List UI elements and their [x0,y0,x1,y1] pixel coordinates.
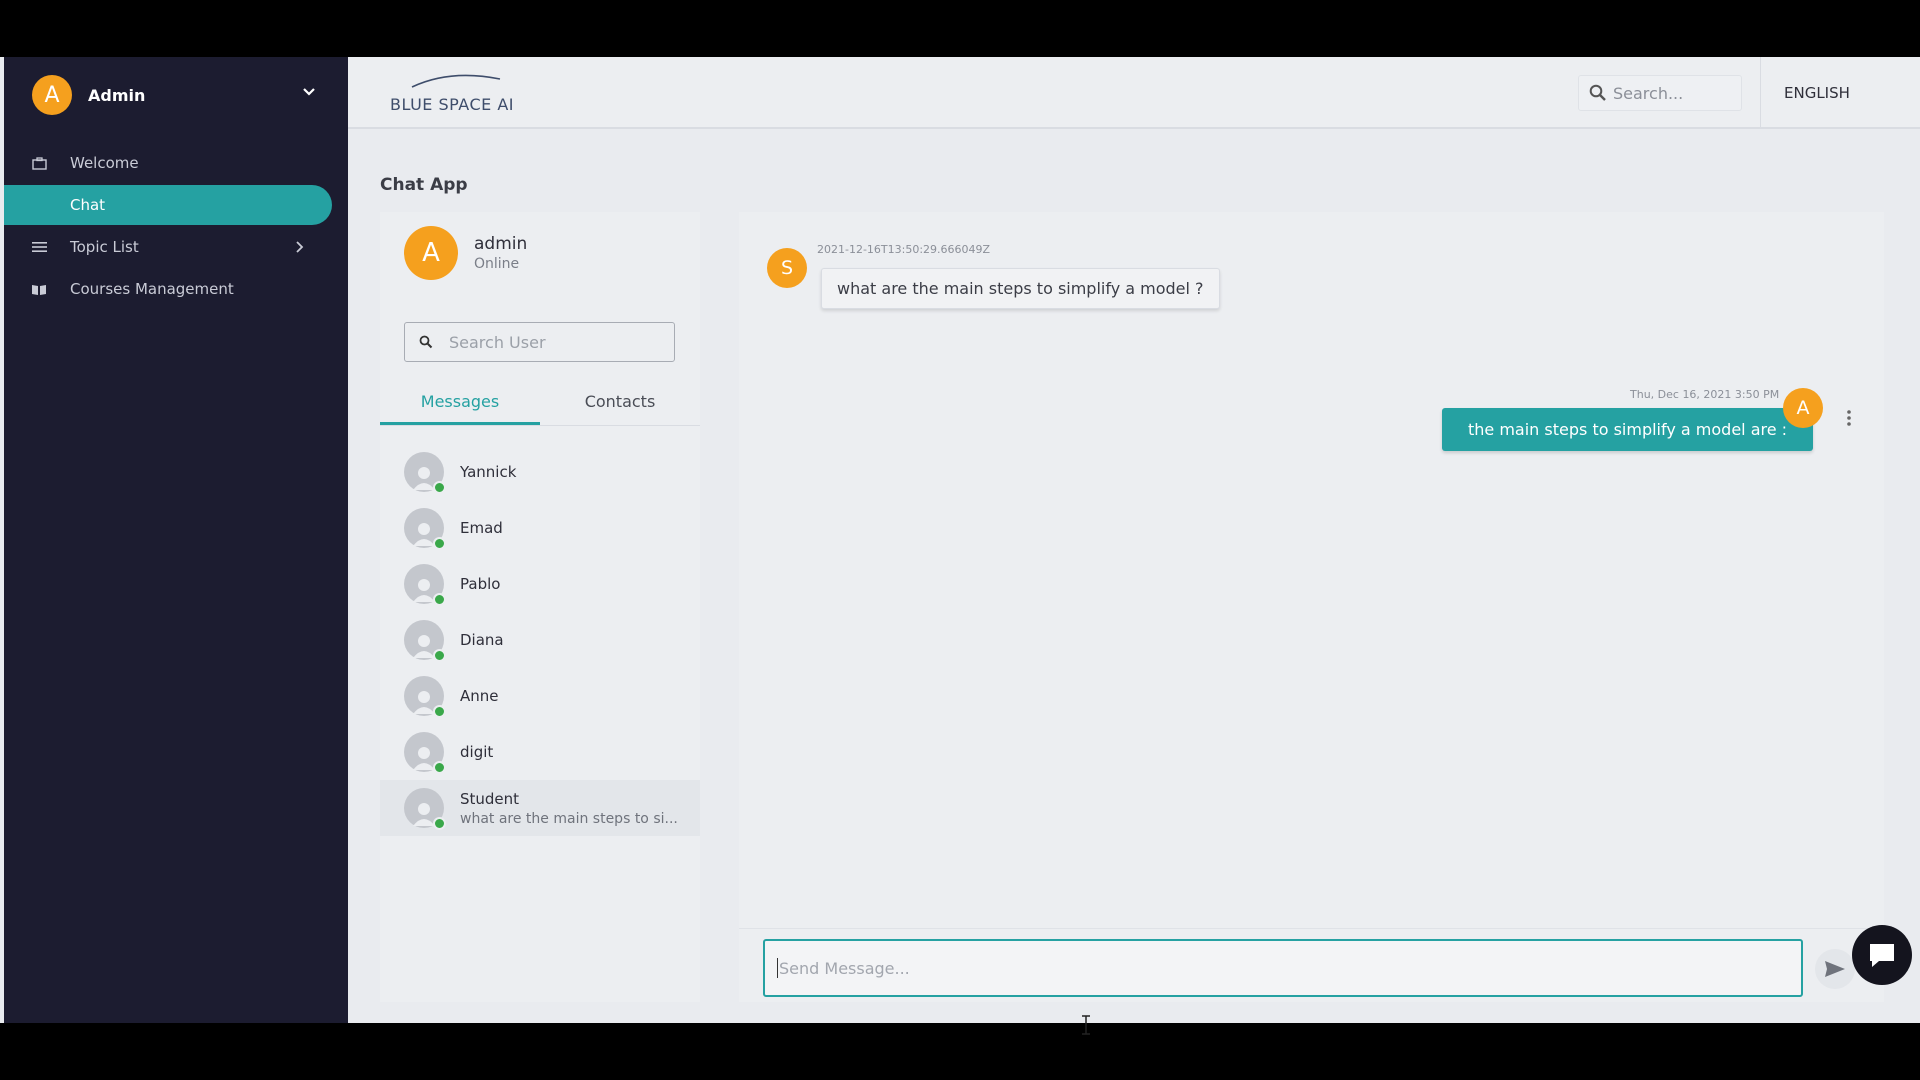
book-icon [30,280,48,298]
text-cursor-icon [1082,1015,1090,1035]
user-name: digit [460,743,494,761]
message-bubble: what are the main steps to simplify a mo… [821,268,1220,309]
text-caret [777,958,778,978]
online-status-dot [433,593,446,606]
user-name: Admin [88,85,146,105]
page-title: Chat App [380,175,468,195]
online-status-dot [433,649,446,662]
online-status-dot [433,481,446,494]
search-icon [1589,84,1606,101]
list-item[interactable]: Diana [380,612,700,668]
chevron-down-icon[interactable] [302,85,316,99]
send-button[interactable] [1815,949,1855,989]
avatar: A [404,226,458,280]
user-search-input[interactable]: Search User [404,322,675,362]
message-composer: Send Message... [739,928,1884,1002]
online-status-dot [433,537,446,550]
search-input[interactable]: Search... [1578,75,1742,111]
sidebar-item-chat[interactable]: Chat [4,185,332,225]
sidebar-nav: Welcome Chat Topic List Courses Manageme… [4,143,344,311]
user-avatar-icon [404,620,446,662]
user-avatar-icon [404,788,446,830]
user-name: Student [460,789,520,808]
sidebar-item-label: Chat [70,196,106,214]
list-item[interactable]: Pablo [380,556,700,612]
user-search-placeholder: Search User [449,332,546,352]
list-item[interactable]: Yannick [380,444,700,500]
tab-contacts[interactable]: Contacts [540,380,700,425]
sidebar-item-label: Courses Management [70,280,234,298]
more-options-icon[interactable] [1846,409,1852,427]
sidebar-item-topic-list[interactable]: Topic List [4,227,344,267]
sidebar: A Admin Welcome Chat Topic List Courses … [4,57,348,1023]
tab-messages[interactable]: Messages [380,380,540,425]
chat-panel: S 2021-12-16T13:50:29.666049Z what are t… [739,212,1884,1002]
message-input-placeholder: Send Message... [779,958,910,978]
user-avatar: A [32,75,72,115]
online-status-dot [433,705,446,718]
last-message-preview: what are the main steps to si... [460,810,678,827]
sidebar-user-menu[interactable]: A Admin [32,73,322,117]
language-selector[interactable]: ENGLISH [1784,84,1850,102]
user-tabs: Messages Contacts [380,380,700,426]
list-item[interactable]: digit [380,724,700,780]
user-name: Emad [460,519,503,537]
message-timestamp: Thu, Dec 16, 2021 3:50 PM [1630,388,1780,401]
send-icon [1825,961,1845,977]
user-name: Yannick [460,463,517,481]
user-avatar-icon [404,676,446,718]
user-name: Diana [460,631,504,649]
logo-text: BLUE SPACE AI [390,95,514,114]
briefcase-icon [30,154,48,172]
current-user-name: admin [474,234,528,254]
current-user: A admin Online [404,226,527,280]
sidebar-item-welcome[interactable]: Welcome [4,143,344,183]
user-avatar-icon [404,564,446,606]
users-panel: A admin Online Search User Messages Cont… [380,212,700,1002]
search-icon [419,335,433,349]
user-avatar-icon [404,452,446,494]
user-list: Yannick Emad Pablo Diana Anne digit Stud… [380,444,700,836]
chevron-right-icon [296,241,304,253]
search-placeholder: Search... [1613,83,1684,103]
topbar: BLUE SPACE AI Search... ENGLISH [348,57,1920,129]
chat-launcher-button[interactable] [1852,925,1912,985]
avatar: S [767,248,807,288]
divider [1760,57,1761,129]
user-name: Pablo [460,575,501,593]
online-status-dot [433,817,446,830]
list-icon [30,238,48,256]
message-input[interactable]: Send Message... [763,939,1803,997]
user-avatar-icon [404,508,446,550]
sidebar-item-label: Topic List [70,238,139,256]
message-bubble: the main steps to simplify a model are : [1442,408,1814,451]
sidebar-item-courses-management[interactable]: Courses Management [4,269,344,309]
sidebar-item-label: Welcome [70,154,139,172]
online-status-dot [433,761,446,774]
list-item[interactable]: Anne [380,668,700,724]
list-item[interactable]: Emad [380,500,700,556]
logo-arc-icon [411,74,501,88]
app-screen: A Admin Welcome Chat Topic List Courses … [0,57,1920,1035]
logo[interactable]: BLUE SPACE AI [390,71,530,115]
list-item-selected[interactable]: Student what are the main steps to si... [380,780,700,836]
avatar: A [1783,388,1823,428]
nav-icon-spacer [30,196,48,214]
user-name: Anne [460,687,499,705]
current-user-status: Online [474,256,520,272]
message-timestamp: 2021-12-16T13:50:29.666049Z [817,243,991,256]
chat-bubble-icon [1870,944,1894,967]
user-avatar-icon [404,732,446,774]
